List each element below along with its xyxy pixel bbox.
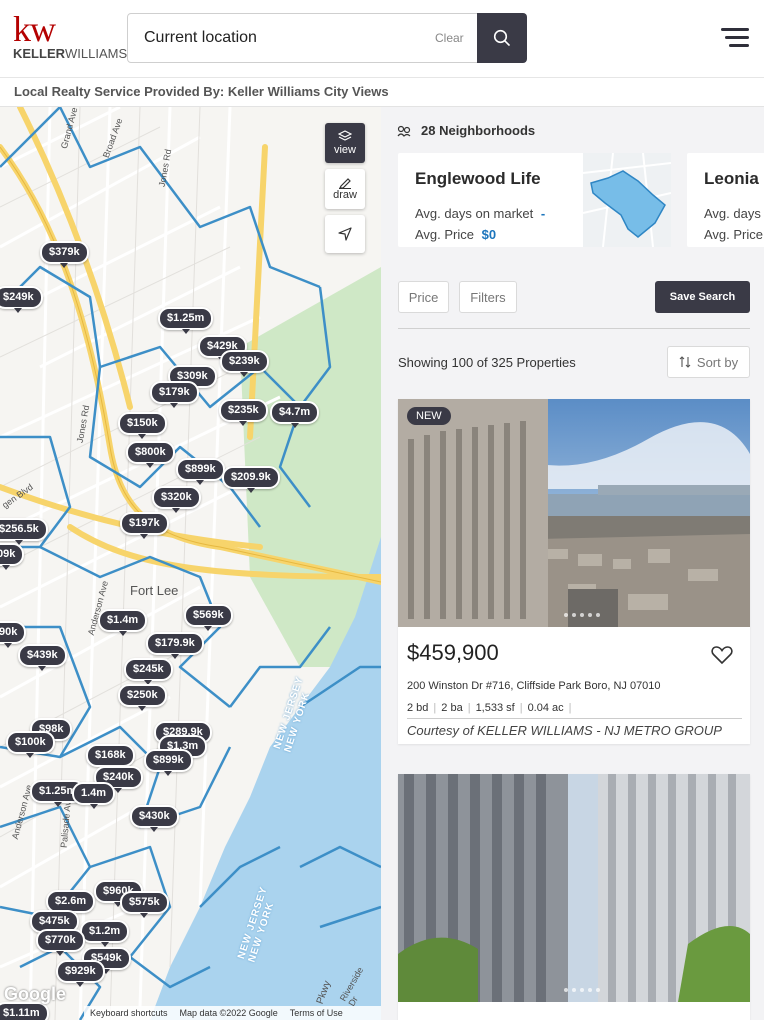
price-pin[interactable]: $430k	[130, 805, 179, 832]
navigation-arrow-icon	[338, 227, 352, 241]
price-pin[interactable]: $1.25m	[158, 307, 214, 334]
neighborhood-name: Englewood Life	[415, 169, 541, 188]
logo-name: KELLERWILLIAMS.	[13, 46, 131, 61]
price-pin[interactable]: $100k	[6, 731, 55, 758]
price-pin[interactable]: $239k	[220, 350, 269, 377]
save-search-button[interactable]: Save Search	[655, 281, 750, 313]
price-pin[interactable]: $320k	[152, 486, 201, 513]
avg-days-line: Avg. days o	[704, 206, 764, 221]
price-pin[interactable]: $179.9k	[146, 632, 204, 659]
my-location-button[interactable]	[325, 215, 365, 253]
price-pin[interactable]: $1.4m	[98, 609, 148, 636]
logo-mark: kw	[13, 9, 56, 49]
search-box: Clear	[127, 13, 478, 63]
heart-icon[interactable]	[711, 645, 733, 665]
kw-logo[interactable]: kw KELLERWILLIAMS.	[13, 9, 131, 62]
listing-photo[interactable]	[398, 774, 750, 1002]
view-layers-button[interactable]: view	[325, 123, 365, 163]
neighborhood-card[interactable]: Englewood Life Avg. days on market - Avg…	[398, 152, 672, 248]
listing-card[interactable]	[398, 774, 750, 1020]
draw-label: draw	[333, 189, 357, 201]
location-search-input[interactable]	[144, 14, 414, 62]
map-view[interactable]: Fort Lee NEW JERSEY NEW YORK NEW JERSEY …	[0, 107, 381, 1020]
price-pin[interactable]: $245k	[124, 658, 173, 685]
price-pin[interactable]: $899k	[144, 749, 193, 776]
results-pane: 28 Neighborhoods Englewood Life Avg. day…	[381, 107, 764, 1020]
keyboard-shortcuts-link[interactable]: Keyboard shortcuts	[90, 1008, 168, 1018]
pencil-icon	[339, 178, 351, 189]
listing-price: $459,900	[407, 640, 499, 665]
map-footer: Keyboard shortcuts Map data ©2022 Google…	[84, 1006, 381, 1020]
avg-days-line: Avg. days on market -	[415, 206, 546, 221]
price-pin[interactable]: $770k	[36, 929, 85, 956]
price-pin[interactable]: $209.9k	[222, 466, 280, 493]
price-pin[interactable]: $379k	[40, 241, 89, 268]
price-pin[interactable]: $197k	[120, 512, 169, 539]
listing-specs: 2 bd | 2 ba | 1,533 sf | 0.04 ac |	[407, 702, 572, 714]
listing-courtesy: Courtesy of KELLER WILLIAMS - NJ METRO G…	[407, 718, 742, 738]
price-filter-button[interactable]: Price	[398, 281, 449, 313]
price-pin[interactable]: $249k	[0, 286, 43, 313]
town-label-fort-lee: Fort Lee	[130, 583, 179, 598]
divider	[398, 328, 750, 329]
avg-price-line: Avg. Price $0	[415, 227, 497, 242]
view-label: view	[333, 144, 356, 156]
price-pin[interactable]: $179k	[150, 381, 199, 408]
neighborhood-name: Leonia	[704, 169, 759, 188]
new-badge: NEW	[407, 407, 451, 425]
listing-address[interactable]: 200 Winston Dr #716, Cliffside Park Boro…	[407, 680, 661, 692]
price-pin[interactable]: $569k	[184, 604, 233, 631]
price-pin[interactable]: 90k	[0, 621, 27, 648]
terms-link[interactable]: Terms of Use	[290, 1008, 343, 1018]
map-data-text: Map data ©2022 Google	[179, 1008, 278, 1018]
neighborhoods-count: 28 Neighborhoods	[421, 123, 536, 138]
listing-card[interactable]: NEW $459,900 200 Winston Dr #716, Cliffs…	[398, 399, 750, 744]
listing-photo[interactable]: NEW	[398, 399, 750, 627]
building-photo-1	[398, 399, 750, 627]
acres: 0.04 ac	[527, 702, 564, 714]
provider-text: Local Realty Service Provided By: Keller…	[14, 84, 389, 99]
photo-carousel-dots[interactable]	[564, 988, 600, 992]
price-pin[interactable]: $168k	[86, 744, 135, 771]
neighborhoods-header: 28 Neighborhoods	[397, 123, 535, 138]
sort-icon	[679, 356, 691, 368]
price-pin[interactable]: $439k	[18, 644, 67, 671]
price-pin[interactable]: 1.4m	[72, 782, 116, 809]
clear-button[interactable]: Clear	[435, 31, 464, 45]
price-pin[interactable]: 09k	[0, 543, 25, 570]
google-logo: Google	[4, 984, 66, 1004]
price-pin[interactable]: $256.5k	[0, 518, 48, 545]
search-button[interactable]	[477, 13, 527, 63]
sort-button[interactable]: Sort by	[667, 346, 750, 378]
price-pin[interactable]: $1.2m	[80, 920, 130, 947]
top-header: kw KELLERWILLIAMS. Clear	[0, 0, 764, 78]
price-pin[interactable]: $4.7m	[270, 401, 320, 428]
hamburger-menu-icon[interactable]	[721, 26, 749, 48]
price-pin[interactable]: $150k	[118, 412, 167, 439]
photo-carousel-dots[interactable]	[564, 613, 600, 617]
price-pin[interactable]: $899k	[176, 458, 225, 485]
neighborhood-card[interactable]: Leonia Avg. days o Avg. Price	[687, 153, 764, 247]
filters-button[interactable]: Filters	[459, 281, 517, 313]
baths: 2 ba	[441, 702, 463, 714]
beds: 2 bd	[407, 702, 429, 714]
neighborhood-thumbnail-map	[582, 152, 672, 248]
layers-icon	[338, 130, 352, 141]
neighborhoods-icon	[397, 125, 411, 137]
price-pin[interactable]: $800k	[126, 441, 175, 468]
sqft: 1,533 sf	[475, 702, 515, 714]
draw-button[interactable]: draw	[325, 169, 365, 209]
results-count: Showing 100 of 325 Properties	[398, 355, 576, 370]
price-pin[interactable]: $929k	[56, 960, 105, 987]
price-pin[interactable]: $250k	[118, 684, 167, 711]
search-icon	[493, 29, 510, 46]
building-photo-2	[398, 774, 750, 1002]
price-pin[interactable]: $575k	[120, 891, 169, 918]
price-pin[interactable]: $235k	[219, 399, 268, 426]
avg-price-line: Avg. Price	[704, 227, 764, 242]
